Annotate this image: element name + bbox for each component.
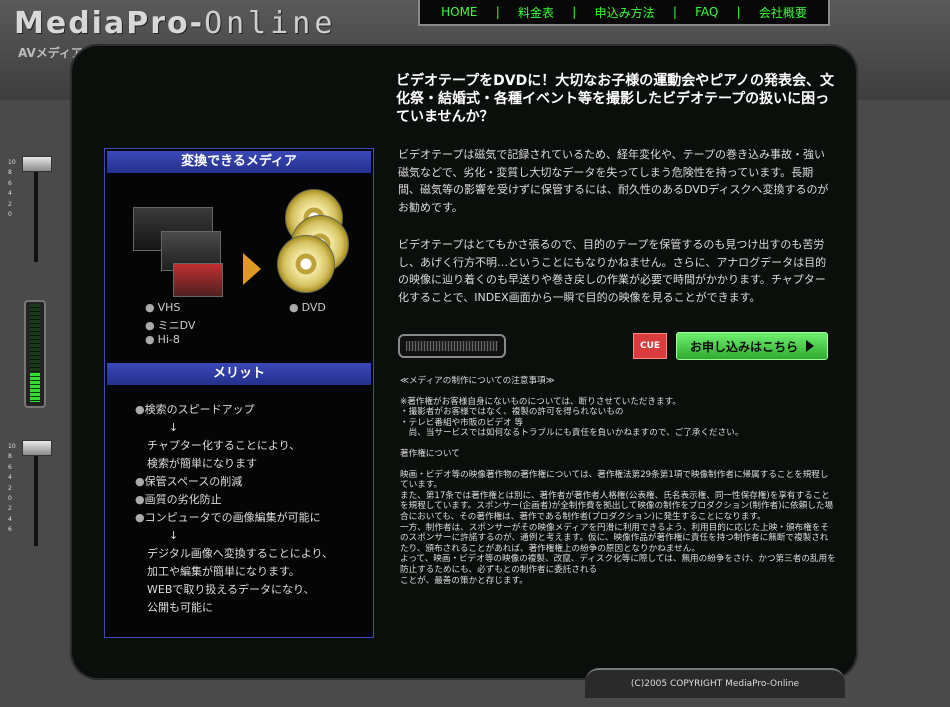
notes-line: ・テレビ番組や市販のビデオ 等 [400,417,524,428]
media-info-box: 変換できるメディア VHS ミニDV Hi-8 DVD メリット 検索のスピード… [104,148,374,638]
main-nav: HOME | 料金表 | 申込み方法 | FAQ | 会社概要 [418,0,830,26]
notes-line: ことが、最善の策かと存じます。 [400,575,528,586]
notes-spacer [400,439,836,449]
media-illustration: VHS ミニDV Hi-8 DVD [105,175,373,385]
tick: 2 [8,505,12,513]
slider-knob[interactable] [22,440,52,456]
tape-slot-graphic [398,334,506,358]
play-icon [806,340,814,352]
notes-section: ≪メディアの制作についての注意事項≫ ※著作権がお客様自身にないものについては、断… [400,376,836,586]
tick: 10 [8,159,16,166]
dvd-disc-icon [277,235,335,293]
nav-separator: | [672,5,677,19]
slider-track [34,446,38,546]
nav-faq[interactable]: FAQ [695,5,718,19]
notes-line: ・撮影者がお客様ではなく、複製の許可を得られないもの [400,407,624,418]
hi8-tape-icon [173,263,223,297]
media-label-dvd: DVD [289,301,326,314]
slider-ticks: 10 8 6 4 2 0 [8,158,22,262]
meter-level-bar [30,373,40,402]
notes-line: 一方、制作者は、スポンサーがその映像メディアを円滑に利用できるよう、利用目的に応… [400,522,829,554]
merit-item: 加工や編集が簡単になります。 [147,565,300,578]
nav-separator: | [736,5,741,19]
notes-line: 著作権について [400,448,460,459]
merit-item: 公開も可能に [147,601,213,614]
slider-track [34,162,38,262]
merit-item: チャプター化することにより、 [147,439,301,452]
media-label-hi8: Hi-8 [145,333,180,346]
tick: 4 [8,474,12,482]
media-label-minidv: ミニDV [145,317,196,333]
tick: 4 [8,190,12,198]
cue-button[interactable]: CUE [633,333,667,359]
tick: 6 [8,463,12,471]
nav-pricing[interactable]: 料金表 [518,4,554,21]
notes-line: よって、映画・ビデオ等の映像の複製、改竄、ディスク化等に際しては、無用の紛争をさ… [400,554,836,575]
merit-item: コンピュータでの画像編集が可能に [135,509,365,527]
slider-knob[interactable] [22,156,52,172]
logo-dash: - [189,6,205,41]
copyright: (C)2005 COPYRIGHT MediaPro-Online [585,668,845,698]
apply-button-label: お申し込みはこちら [689,339,798,354]
tick: 10 [8,443,16,450]
tick: 8 [8,169,12,177]
notes-line: ※著作権がお客様自身にないものについては、断りさせていただきます。 [400,396,681,407]
nav-how-to-apply[interactable]: 申込み方法 [595,4,655,21]
notes-spacer [400,460,836,470]
notes-line: また、第17条では著作権とは別に、著作者が著作者人格権(公表権、氏名表示権、同一… [400,490,834,522]
media-header: 変換できるメディア [107,151,371,173]
media-label-vhs: VHS [145,301,181,314]
intro-paragraph-2: ビデオテープはとてもかさ張るので、目的のテープを保管するのも見つけ出すのも苦労し… [398,238,827,304]
merit-item: 保管スペースの削減 [135,473,365,491]
slider-ticks: 10 8 6 4 2 0 2 4 6 [8,442,22,546]
merit-item: 検索が簡単になります [147,457,257,470]
nav-separator: | [495,5,500,19]
volume-slider-top[interactable]: 10 8 6 4 2 0 [0,152,52,272]
tick: 0 [8,211,12,219]
merit-item: WEBで取り扱えるデータになり、 [147,583,315,596]
merit-item: 検索のスピードアップ [135,401,365,419]
merit-item: 画質の劣化防止 [135,491,365,509]
notes-line: 映画・ビデオ等の映像著作物の著作権については、著作権法第29条第1項で映像制作者… [400,469,829,491]
notes-spacer [400,387,836,397]
apply-button[interactable]: お申し込みはこちら [676,332,828,360]
tick: 2 [8,484,12,492]
merit-list: 検索のスピードアップ ↓ チャプター化することにより、検索が簡単になります保管スペー… [135,401,365,617]
arrow-right-icon [243,253,261,285]
nav-company[interactable]: 会社概要 [759,4,807,21]
tick: 6 [8,526,12,534]
tick: 8 [8,453,12,461]
tick: 2 [8,200,12,208]
intro-paragraph-1: ビデオテープは磁気で記録されているため、経年変化や、テープの巻き込み事故・強い磁… [398,148,829,214]
nav-separator: | [572,5,577,19]
merit-header: メリット [107,363,371,385]
page-headline: ビデオテープをDVDに！大切なお子様の運動会やピアノの発表会、文化祭・結婚式・各… [396,73,834,125]
merit-item: デジタル画像へ変換することにより、 [147,547,334,560]
notes-line: 尚、当サービスでは如何なるトラブルにも責任を負いかねますので、ご了承ください。 [400,428,744,439]
tick: 4 [8,515,12,523]
tape-icon [133,207,223,297]
tick: 0 [8,495,12,503]
logo-text: MediaPro [14,6,190,41]
tick: 6 [8,179,12,187]
merit-item: ↓ [169,421,179,434]
notes-line: ≪メディアの制作についての注意事項≫ [400,376,555,386]
nav-home[interactable]: HOME [441,5,477,19]
volume-slider-bottom[interactable]: 10 8 6 4 2 0 2 4 6 [0,436,52,556]
level-meter [24,300,46,408]
site-logo[interactable]: MediaPro-Online [14,6,336,41]
logo-online-text: Online [204,6,337,41]
merit-item: ↓ [169,529,179,542]
